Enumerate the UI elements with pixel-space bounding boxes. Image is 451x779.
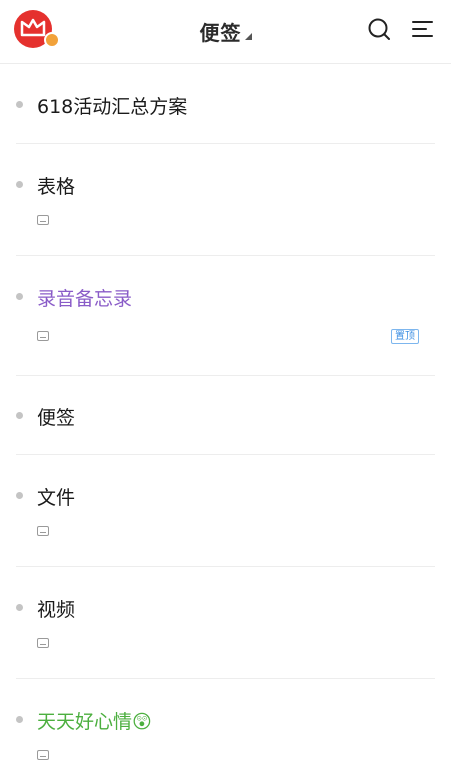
note-title: 视频: [37, 599, 76, 621]
note-item[interactable]: 表格: [16, 144, 435, 256]
pinned-badge: 置顶: [391, 329, 419, 344]
bullet-icon: [16, 716, 23, 723]
note-title: 录音备忘录: [37, 288, 133, 310]
dropdown-caret-icon: [244, 32, 252, 40]
note-item[interactable]: 文件: [16, 455, 435, 567]
note-title: 便签: [37, 407, 76, 429]
bullet-icon: [16, 181, 23, 188]
attachment-icon: [37, 526, 49, 536]
note-item[interactable]: 618活动汇总方案: [16, 64, 435, 144]
note-item[interactable]: 视频: [16, 567, 435, 679]
attachment-icon: [37, 331, 49, 341]
bullet-icon: [16, 101, 23, 108]
attachment-icon: [37, 215, 49, 225]
attachment-icon: [37, 638, 49, 648]
app-header: 便签: [0, 0, 451, 64]
bullet-icon: [16, 412, 23, 419]
note-item[interactable]: 录音备忘录 置顶: [16, 256, 435, 376]
menu-icon[interactable]: [410, 16, 436, 42]
page-title: 便签: [199, 20, 242, 45]
attachment-icon: [37, 750, 49, 760]
search-icon[interactable]: [366, 16, 392, 42]
note-title: 文件: [37, 487, 76, 509]
note-title: 天天好心情😲: [37, 711, 152, 733]
note-item[interactable]: 便签: [16, 376, 435, 455]
bullet-icon: [16, 293, 23, 300]
bullet-icon: [16, 604, 23, 611]
note-title: 618活动汇总方案: [37, 96, 188, 118]
note-title: 表格: [37, 176, 76, 198]
bullet-icon: [16, 492, 23, 499]
note-item[interactable]: 天天好心情😲: [16, 679, 435, 779]
note-list: 618活动汇总方案 表格 录音备忘录 置顶 便签 文件 视频 天天好心情😲: [0, 64, 451, 779]
